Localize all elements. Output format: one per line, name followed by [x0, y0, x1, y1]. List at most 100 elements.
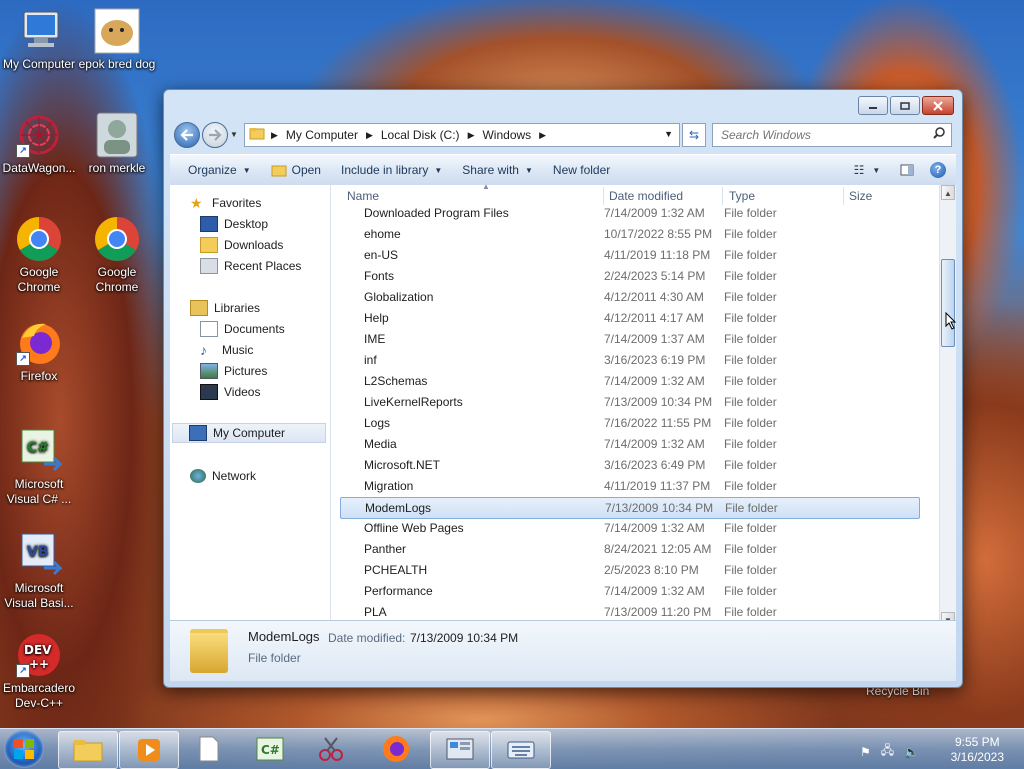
file-row[interactable]: IME 7/14/2009 1:37 AM File folder — [340, 329, 918, 349]
file-row[interactable]: Globalization 4/12/2011 4:30 AM File folde… — [340, 287, 918, 307]
file-date: 2/5/2023 8:10 PM — [604, 563, 699, 577]
open-button[interactable]: Open — [261, 155, 331, 185]
breadcrumb-local-disk[interactable]: Local Disk (C:) — [381, 128, 460, 142]
desktop-icon-google-chrome-1[interactable]: Google Chrome — [0, 216, 78, 295]
file-row[interactable]: Migration 4/11/2019 11:37 PM File folder — [340, 476, 918, 496]
desktop-icon-dev-cpp[interactable]: DEV ++ ↗ Embarcadero Dev-C++ — [0, 632, 78, 711]
maximize-button[interactable] — [890, 96, 920, 115]
back-button[interactable] — [174, 122, 200, 148]
nav-label: Videos — [224, 385, 261, 399]
desktop-icon-visual-basic[interactable]: VB Microsoft Visual Basi... — [0, 532, 78, 611]
taskbar-on-screen-keyboard-button[interactable] — [491, 731, 551, 769]
file-row[interactable]: Downloaded Program Files 7/14/2009 1:32 A… — [340, 203, 918, 223]
file-row[interactable]: LiveKernelReports 7/13/2009 10:34 PM File … — [340, 392, 918, 412]
nav-favorites[interactable]: ★ Favorites — [190, 193, 348, 213]
file-name: ehome — [364, 227, 401, 241]
file-date: 3/16/2023 6:19 PM — [604, 353, 706, 367]
desktop-icon-ron-merkle[interactable]: ron merkle — [78, 112, 156, 176]
desktop-icon-firefox[interactable]: ↗ Firefox — [0, 320, 78, 384]
scroll-up-button[interactable]: ▲ — [941, 185, 955, 200]
change-view-button[interactable]: ☷ ▼ — [852, 160, 882, 180]
breadcrumb-separator-icon[interactable]: ▶ — [366, 130, 373, 141]
breadcrumb-my-computer[interactable]: My Computer — [286, 128, 358, 142]
desktop-icon-label: Google Chrome — [95, 265, 139, 294]
file-type: File folder — [724, 416, 777, 430]
file-row[interactable]: inf 3/16/2023 6:19 PM File folder — [340, 350, 918, 370]
file-type: File folder — [724, 605, 777, 619]
include-in-library-menu[interactable]: Include in library ▼ — [331, 155, 452, 185]
file-row[interactable]: Panther 8/24/2021 12:05 AM File folder — [340, 539, 918, 559]
nav-label: Libraries — [214, 301, 261, 315]
breadcrumb-separator-icon[interactable]: ▶ — [468, 130, 475, 141]
file-row[interactable]: en-US 4/11/2019 11:18 PM File folder — [340, 245, 918, 265]
computer-icon — [16, 8, 62, 54]
search-icon[interactable] — [933, 127, 945, 142]
new-folder-button[interactable]: New folder — [543, 155, 620, 185]
volume-icon[interactable]: 🔈 — [904, 745, 919, 759]
file-row[interactable]: Media 7/14/2009 1:32 AM File folder — [340, 434, 918, 454]
explorer-folder-icon — [73, 740, 103, 762]
desktop-icon-epok-bred-dog[interactable]: epok bred dog — [78, 8, 156, 72]
taskbar-visual-csharp-button[interactable]: C# — [241, 731, 299, 767]
file-row[interactable]: Offline Web Pages 7/14/2009 1:32 AM File f… — [340, 518, 918, 538]
file-date: 7/14/2009 1:32 AM — [604, 206, 705, 220]
file-row[interactable]: ehome 10/17/2022 8:55 PM File folder — [340, 224, 918, 244]
file-row[interactable]: Microsoft.NET 3/16/2023 6:49 PM File folde… — [340, 455, 918, 475]
preview-pane-button[interactable] — [892, 160, 922, 180]
taskbar-snipping-tool-button[interactable] — [302, 731, 360, 767]
file-date: 7/13/2009 10:34 PM — [604, 395, 713, 409]
svg-text:VB: VB — [27, 544, 49, 560]
breadcrumb-separator-icon[interactable]: ▶ — [539, 130, 546, 141]
file-row-selected[interactable]: ModemLogs 7/13/2009 10:34 PM File folder — [340, 497, 920, 519]
nav-label: Favorites — [212, 196, 262, 210]
vertical-scrollbar[interactable]: ▲ ▼ — [939, 185, 956, 627]
column-header-label: Size — [849, 189, 873, 203]
network-status-icon[interactable]: 🖧 — [881, 741, 894, 762]
minimize-button[interactable] — [858, 96, 888, 115]
forward-button[interactable] — [202, 122, 228, 148]
desktop-icon-google-chrome-2[interactable]: Google Chrome — [78, 216, 156, 295]
taskbar-media-player-button[interactable] — [119, 731, 179, 769]
file-row[interactable]: Performance 7/14/2009 1:32 AM File folder — [340, 581, 918, 601]
nav-my-computer[interactable]: My Computer — [172, 423, 326, 443]
close-button[interactable] — [922, 96, 954, 115]
breadcrumb-windows[interactable]: Windows — [482, 128, 531, 142]
clock[interactable]: 9:55 PM 3/16/2023 — [951, 735, 1004, 765]
file-type: File folder — [724, 206, 777, 220]
desktop-icon-datawagon[interactable]: ↗ DataWagon... — [0, 112, 78, 176]
recent-pages-dropdown[interactable]: ▼ — [230, 130, 238, 139]
taskbar-explorer-button[interactable] — [58, 731, 118, 769]
desktop-icon-my-computer[interactable]: My Computer — [0, 8, 78, 72]
explorer-window[interactable]: ▼ ▶ My Computer ▶ Local Disk (C:) ▶ Wind… — [163, 89, 963, 688]
share-with-menu[interactable]: Share with ▼ — [452, 155, 543, 185]
taskbar-firefox-button[interactable] — [367, 731, 425, 767]
file-name: Globalization — [364, 290, 434, 304]
address-bar[interactable]: ▶ My Computer ▶ Local Disk (C:) ▶ Window… — [244, 123, 680, 147]
file-date: 4/11/2019 11:37 PM — [604, 479, 711, 493]
file-row[interactable]: Logs 7/16/2022 11:55 PM File folder — [340, 413, 918, 433]
file-row[interactable]: Fonts 2/24/2023 5:14 PM File folder — [340, 266, 918, 286]
chevron-down-icon: ▼ — [524, 165, 533, 175]
breadcrumb-separator-icon[interactable]: ▶ — [271, 130, 278, 141]
help-button[interactable]: ? — [930, 162, 946, 178]
taskbar-control-panel-button[interactable] — [430, 731, 490, 769]
file-row[interactable]: Help 4/12/2011 4:17 AM File folder — [340, 308, 918, 328]
nav-libraries[interactable]: Libraries — [190, 298, 348, 318]
file-row[interactable]: L2Schemas 7/14/2009 1:32 AM File folder — [340, 371, 918, 391]
file-type: File folder — [724, 458, 777, 472]
visual-csharp-icon: C# — [256, 737, 284, 761]
refresh-button[interactable]: ⇆ — [682, 123, 706, 147]
start-button[interactable] — [4, 730, 44, 768]
organize-menu[interactable]: Organize ▼ — [170, 155, 261, 185]
address-dropdown-icon[interactable]: ▼ — [664, 129, 673, 139]
file-date: 7/13/2009 11:20 PM — [604, 605, 712, 619]
desktop-icon-visual-csharp[interactable]: C# Microsoft Visual C# ... — [0, 428, 78, 507]
scroll-thumb[interactable] — [941, 259, 955, 347]
flag-icon[interactable]: ⚑ — [860, 745, 871, 759]
taskbar-notepad-button[interactable] — [180, 731, 238, 767]
file-row[interactable]: PCHEALTH 2/5/2023 8:10 PM File folder — [340, 560, 918, 580]
file-row[interactable]: PLA 7/13/2009 11:20 PM File folder — [340, 602, 918, 622]
search-field[interactable] — [712, 123, 952, 147]
search-input[interactable] — [719, 127, 933, 143]
nav-network[interactable]: Network — [190, 466, 348, 486]
